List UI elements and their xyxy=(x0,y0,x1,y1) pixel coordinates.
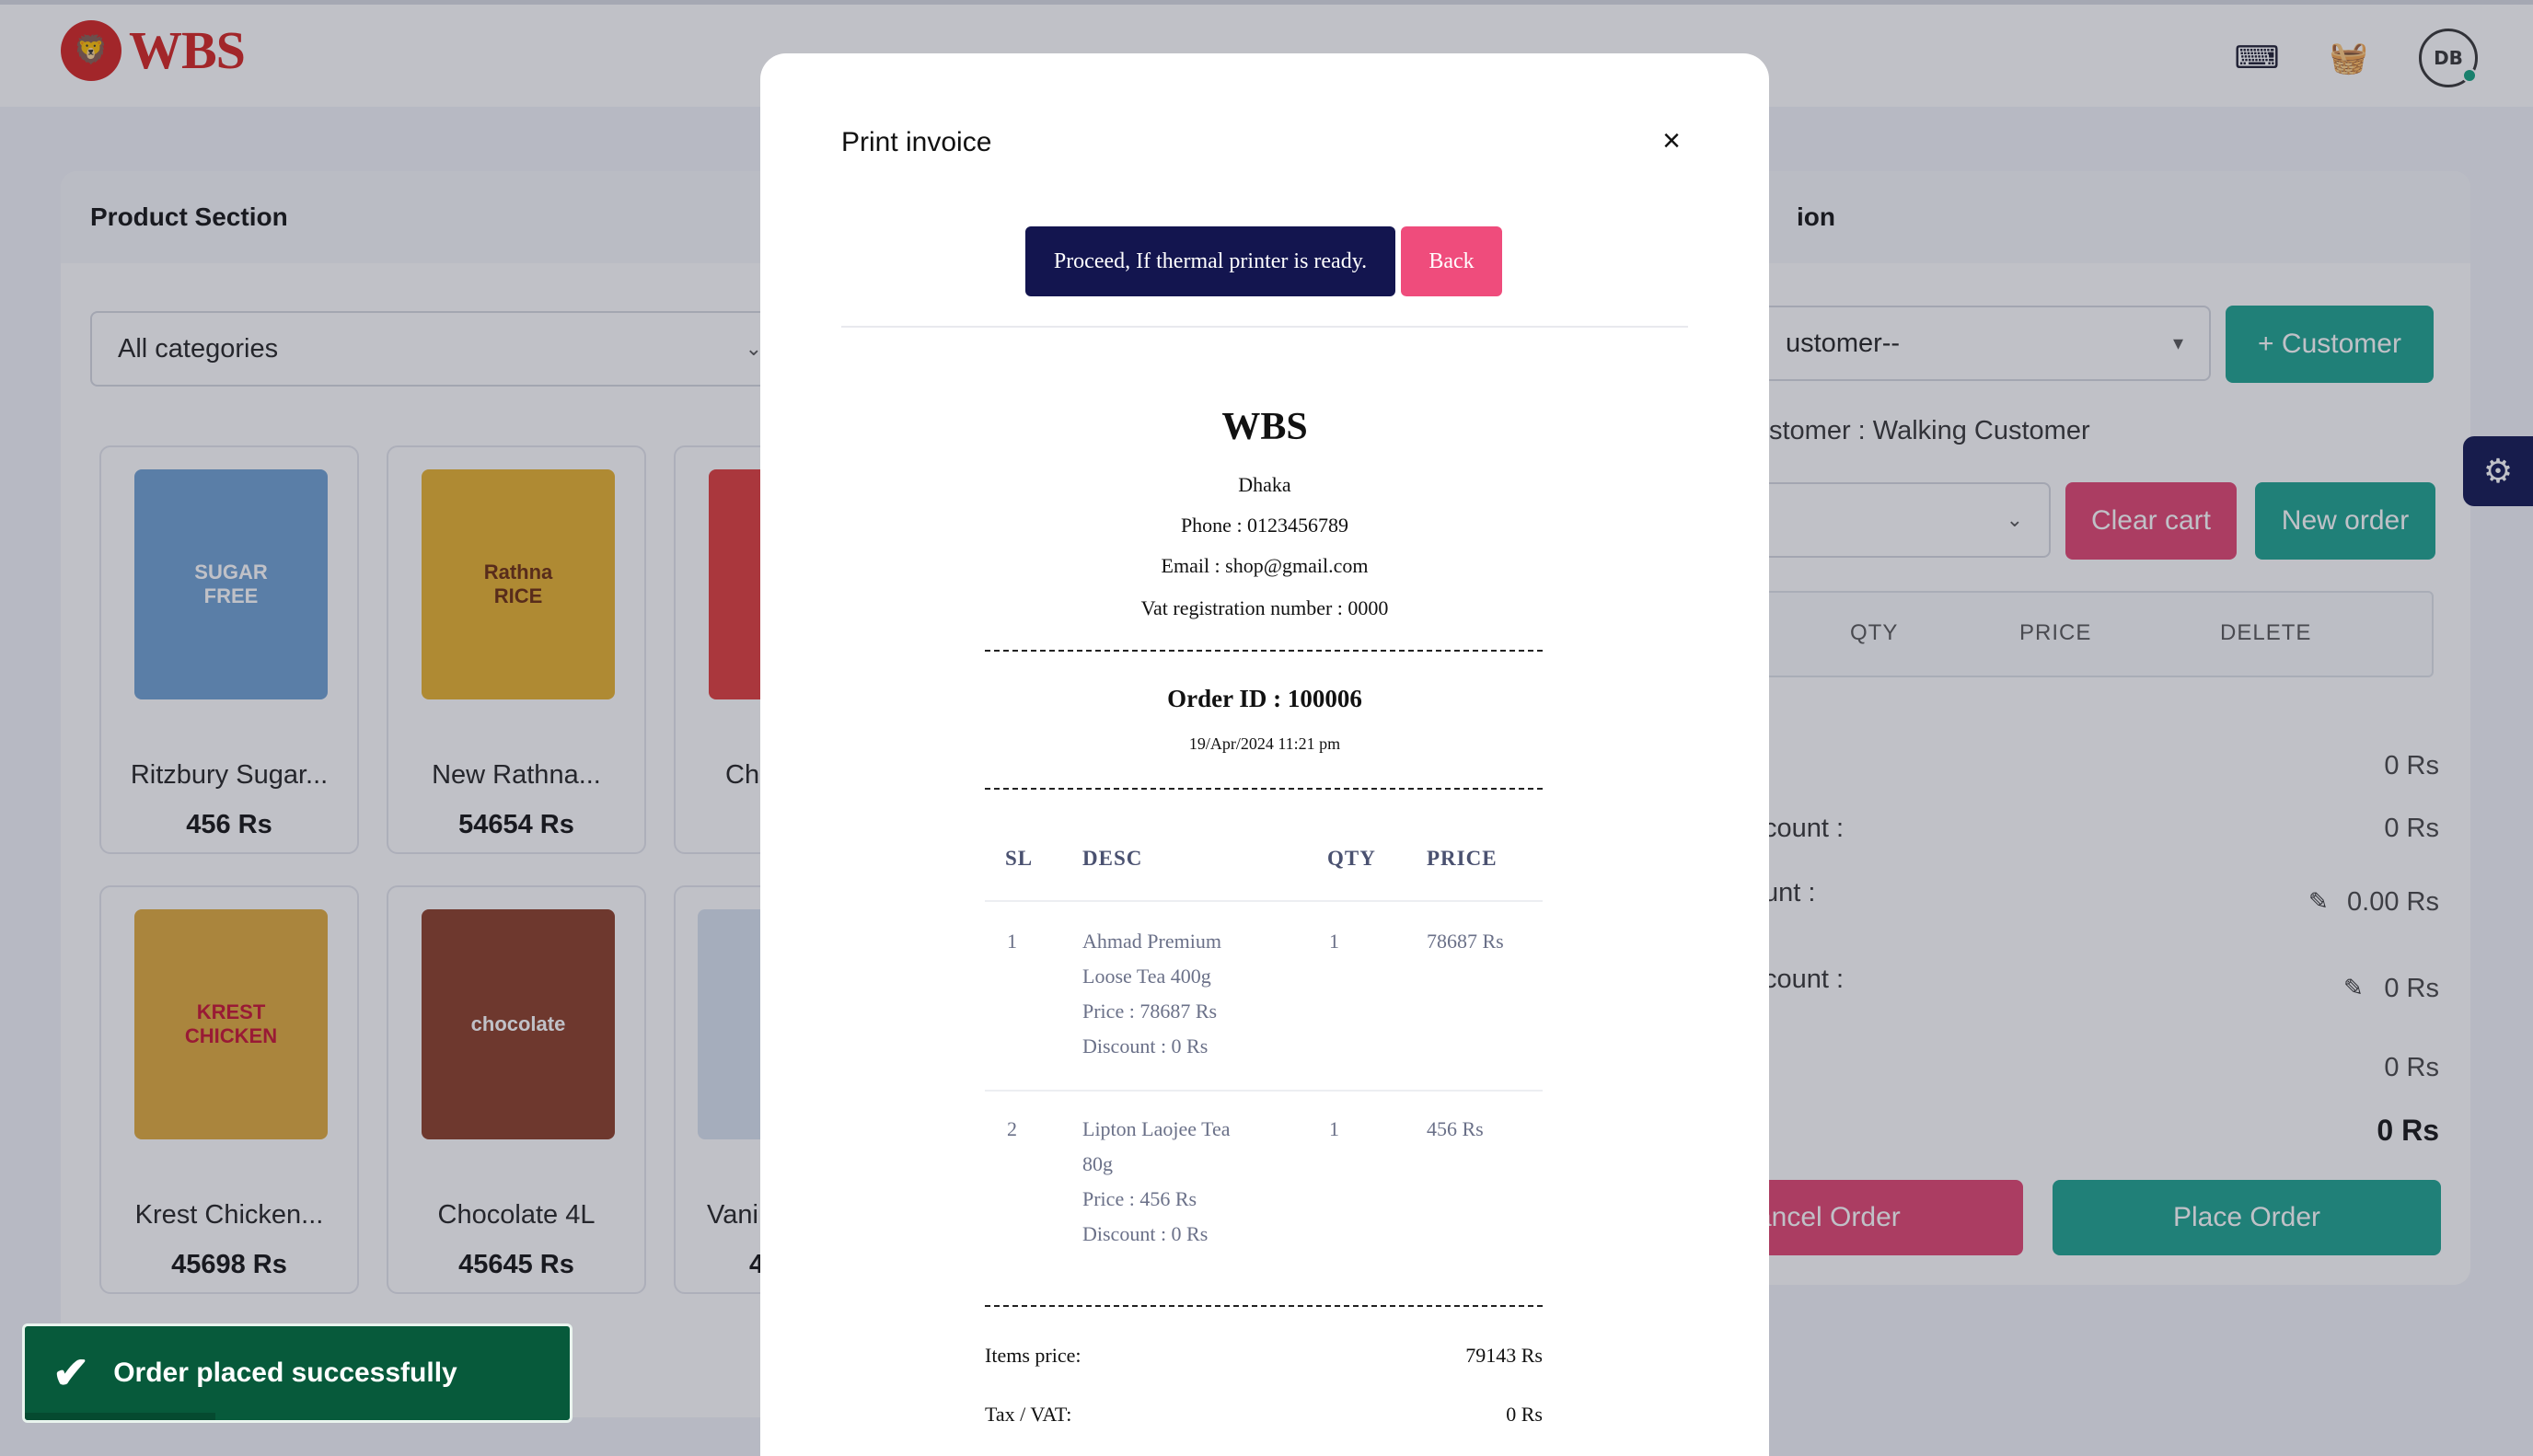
tax-value: 0 Rs xyxy=(1506,1403,1543,1426)
dashed-divider xyxy=(985,788,1543,790)
toast-message: Order placed successfully xyxy=(113,1358,457,1388)
toast-progress-bar xyxy=(25,1413,216,1420)
invoice-row-sl: 2 xyxy=(1007,1117,1017,1140)
item-unit-price: Price : 456 Rs xyxy=(1082,1187,1197,1210)
invoice-col-qty: QTY xyxy=(1327,847,1376,870)
invoice-email: Email : shop@gmail.com xyxy=(1161,554,1369,577)
invoice-row-desc: Lipton Laojee Tea 80g Price : 456 Rs Dis… xyxy=(1082,1112,1231,1252)
success-toast[interactable]: ✔ Order placed successfully xyxy=(22,1323,573,1423)
row-divider xyxy=(985,1090,1543,1092)
item-name-line1: Ahmad Premium xyxy=(1082,930,1221,953)
invoice-shop-name: WBS xyxy=(1221,406,1308,448)
invoice-col-desc: DESC xyxy=(1082,847,1143,870)
dashed-divider xyxy=(985,1305,1543,1307)
invoice-address: Dhaka xyxy=(1238,473,1291,496)
proceed-print-button[interactable]: Proceed, If thermal printer is ready. xyxy=(1025,226,1395,296)
items-price-value: 79143 Rs xyxy=(1465,1344,1543,1367)
invoice-row-desc: Ahmad Premium Loose Tea 400g Price : 786… xyxy=(1082,924,1221,1064)
invoice-row-sl: 1 xyxy=(1007,930,1017,953)
close-icon[interactable]: × xyxy=(1662,123,1681,159)
dashed-divider xyxy=(985,650,1543,652)
modal-title: Print invoice xyxy=(841,127,992,157)
invoice-vat: Vat registration number : 0000 xyxy=(1140,596,1389,619)
invoice-row-price: 456 Rs xyxy=(1427,1117,1484,1140)
item-discount: Discount : 0 Rs xyxy=(1082,1222,1209,1245)
back-button[interactable]: Back xyxy=(1401,226,1502,296)
item-name-line1: Lipton Laojee Tea xyxy=(1082,1117,1231,1140)
divider xyxy=(841,326,1688,328)
invoice-row-qty: 1 xyxy=(1329,1117,1339,1140)
item-name-line2: Loose Tea 400g xyxy=(1082,965,1211,988)
tax-label: Tax / VAT: xyxy=(985,1403,1072,1426)
invoice-col-sl: SL xyxy=(1005,847,1034,870)
invoice-datetime: 19/Apr/2024 11:21 pm xyxy=(1188,734,1341,753)
checkmark-icon: ✔ xyxy=(52,1349,90,1398)
invoice-row-price: 78687 Rs xyxy=(1427,930,1504,953)
print-invoice-modal: Print invoice × Proceed, If thermal prin… xyxy=(760,53,1769,1456)
item-unit-price: Price : 78687 Rs xyxy=(1082,1000,1218,1023)
row-divider xyxy=(985,900,1543,902)
invoice-col-price: PRICE xyxy=(1427,847,1498,870)
item-name-line2: 80g xyxy=(1082,1152,1113,1175)
invoice-phone: Phone : 0123456789 xyxy=(1180,514,1349,537)
invoice-order-id: Order ID : 100006 xyxy=(1167,685,1362,712)
invoice-row-qty: 1 xyxy=(1329,930,1339,953)
item-discount: Discount : 0 Rs xyxy=(1082,1034,1209,1057)
items-price-label: Items price: xyxy=(985,1344,1081,1367)
